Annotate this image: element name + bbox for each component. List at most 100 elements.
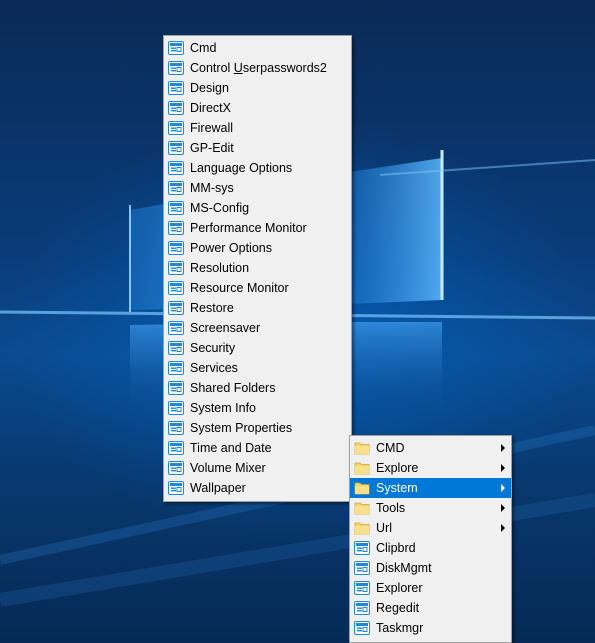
shortcut-icon — [354, 541, 370, 555]
menu-item-performance-monitor[interactable]: Performance Monitor — [164, 218, 351, 238]
shortcut-icon — [168, 401, 184, 415]
shortcut-icon — [168, 221, 184, 235]
menu-item-control-userpasswords2[interactable]: Control Userpasswords2 — [164, 58, 351, 78]
menu-item-label: Wallpaper — [190, 481, 246, 495]
submenu-item-label: Regedit — [376, 601, 420, 615]
menu-item-power-options[interactable]: Power Options — [164, 238, 351, 258]
menu-item-services[interactable]: Services — [164, 358, 351, 378]
menu-item-label: Services — [190, 361, 238, 375]
menu-item-design[interactable]: Design — [164, 78, 351, 98]
submenu-item-label: DiskMgmt — [376, 561, 432, 575]
shortcut-icon — [168, 321, 184, 335]
menu-item-resolution[interactable]: Resolution — [164, 258, 351, 278]
submenu-folder-explore[interactable]: Explore — [350, 458, 511, 478]
menu-item-label: Security — [190, 341, 236, 355]
menu-item-volume-mixer[interactable]: Volume Mixer — [164, 458, 351, 478]
menu-item-wallpaper[interactable]: Wallpaper — [164, 478, 351, 498]
shortcut-icon — [354, 581, 370, 595]
shortcut-icon — [168, 261, 184, 275]
menu-item-shared-folders[interactable]: Shared Folders — [164, 378, 351, 398]
menu-item-screensaver[interactable]: Screensaver — [164, 318, 351, 338]
shortcut-icon — [168, 481, 184, 495]
submenu-item-diskmgmt[interactable]: DiskMgmt — [350, 558, 511, 578]
menu-item-resource-monitor[interactable]: Resource Monitor — [164, 278, 351, 298]
menu-item-label: Screensaver — [190, 321, 261, 335]
menu-item-label: MS-Config — [190, 201, 250, 215]
submenu-item-clipbrd[interactable]: Clipbrd — [350, 538, 511, 558]
menu-item-label: Power Options — [190, 241, 272, 255]
folder-icon — [354, 441, 370, 455]
shortcut-icon — [168, 301, 184, 315]
submenu-folder-url[interactable]: Url — [350, 518, 511, 538]
menu-item-security[interactable]: Security — [164, 338, 351, 358]
menu-item-label: Shared Folders — [190, 381, 276, 395]
shortcut-icon — [168, 141, 184, 155]
submenu-item-label: Explorer — [376, 581, 423, 595]
submenu-item-taskmgr[interactable]: Taskmgr — [350, 618, 511, 638]
submenu-item-label: Explore — [376, 461, 419, 475]
menu-item-label: System Properties — [190, 421, 293, 435]
menu-item-system-info[interactable]: System Info — [164, 398, 351, 418]
shortcut-icon — [168, 361, 184, 375]
menu-item-label: Control Userpasswords2 — [190, 61, 327, 75]
shortcut-icon — [168, 461, 184, 475]
submenu-item-label: Taskmgr — [376, 621, 424, 635]
submenu-item-label: Tools — [376, 501, 406, 515]
menu-item-gp-edit[interactable]: GP-Edit — [164, 138, 351, 158]
shortcut-icon — [168, 181, 184, 195]
shortcut-icon — [168, 81, 184, 95]
menu-item-label: Firewall — [190, 121, 234, 135]
menu-item-label: Time and Date — [190, 441, 272, 455]
menu-item-language-options[interactable]: Language Options — [164, 158, 351, 178]
main-context-menu: Cmd Control Userpasswords2 Design Direct… — [163, 35, 352, 502]
menu-item-label: DirectX — [190, 101, 231, 115]
chevron-right-icon — [501, 484, 505, 492]
shortcut-icon — [168, 421, 184, 435]
submenu-folder-system[interactable]: System — [350, 478, 511, 498]
shortcut-icon — [168, 121, 184, 135]
submenu-item-label: CMD — [376, 441, 405, 455]
menu-item-cmd[interactable]: Cmd — [164, 38, 351, 58]
menu-item-label: Resolution — [190, 261, 250, 275]
shortcut-icon — [354, 621, 370, 635]
shortcut-icon — [168, 441, 184, 455]
shortcut-icon — [168, 201, 184, 215]
shortcut-icon — [168, 341, 184, 355]
chevron-right-icon — [501, 464, 505, 472]
menu-item-ms-config[interactable]: MS-Config — [164, 198, 351, 218]
folder-icon — [354, 481, 370, 495]
submenu-item-explorer[interactable]: Explorer — [350, 578, 511, 598]
shortcut-icon — [354, 601, 370, 615]
shortcut-icon — [168, 161, 184, 175]
menu-item-label: Resource Monitor — [190, 281, 289, 295]
shortcut-icon — [168, 61, 184, 75]
shortcut-icon — [168, 241, 184, 255]
shortcut-icon — [168, 281, 184, 295]
menu-item-time-and-date[interactable]: Time and Date — [164, 438, 351, 458]
folder-icon — [354, 461, 370, 475]
submenu-item-regedit[interactable]: Regedit — [350, 598, 511, 618]
menu-item-directx[interactable]: DirectX — [164, 98, 351, 118]
folder-icon — [354, 521, 370, 535]
menu-item-label: Performance Monitor — [190, 221, 307, 235]
menu-item-mm-sys[interactable]: MM-sys — [164, 178, 351, 198]
shortcut-icon — [168, 381, 184, 395]
menu-item-system-properties[interactable]: System Properties — [164, 418, 351, 438]
menu-item-restore[interactable]: Restore — [164, 298, 351, 318]
chevron-right-icon — [501, 524, 505, 532]
menu-item-label: Design — [190, 81, 229, 95]
menu-item-firewall[interactable]: Firewall — [164, 118, 351, 138]
chevron-right-icon — [501, 444, 505, 452]
menu-item-label: MM-sys — [190, 181, 234, 195]
submenu-item-label: Url — [376, 521, 392, 535]
menu-item-label: Cmd — [190, 41, 217, 55]
menu-item-label: System Info — [190, 401, 256, 415]
submenu-item-label: Clipbrd — [376, 541, 416, 555]
menu-item-label: Language Options — [190, 161, 293, 175]
menu-item-label: Restore — [190, 301, 234, 315]
submenu-folder-tools[interactable]: Tools — [350, 498, 511, 518]
menu-item-label: Volume Mixer — [190, 461, 266, 475]
submenu-folder-cmd[interactable]: CMD — [350, 438, 511, 458]
submenu-item-label: System — [376, 481, 418, 495]
folder-icon — [354, 501, 370, 515]
